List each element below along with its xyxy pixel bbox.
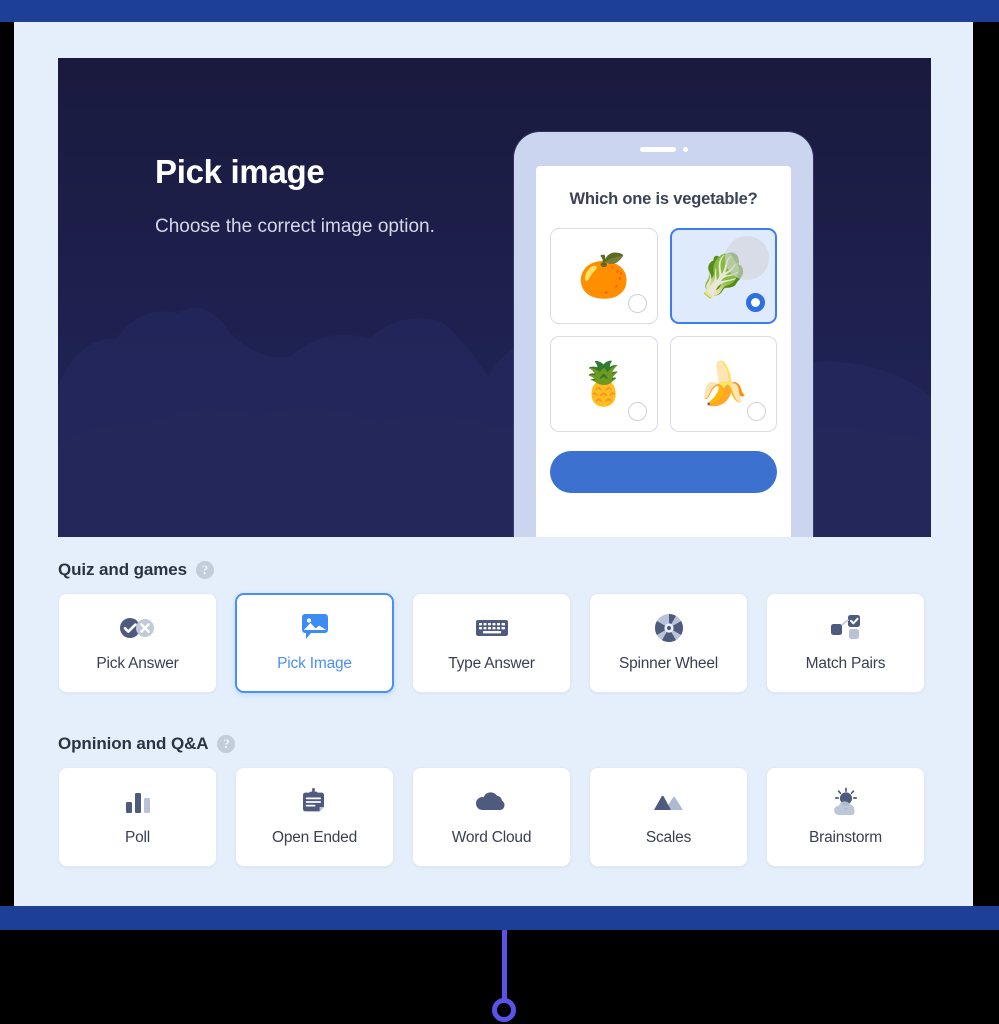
pineapple-icon: 🍍 <box>577 360 630 407</box>
hero-text-block: Pick image Choose the correct image opti… <box>155 153 455 243</box>
section-quiz-and-games: Quiz and games ? Pick Answer Pick Image … <box>58 560 931 693</box>
phone-submit-button <box>550 451 777 493</box>
card-label: Word Cloud <box>451 829 532 846</box>
pointer-tether-line <box>502 930 507 1008</box>
content-panel: Pick image Choose the correct image opti… <box>14 22 973 906</box>
bottom-chrome-bar <box>0 906 999 930</box>
orange-icon: 🍊 <box>577 252 630 299</box>
hero-banner: Pick image Choose the correct image opti… <box>58 58 931 537</box>
screen: Pick image Choose the correct image opti… <box>0 0 999 1024</box>
bar-chart-icon <box>124 787 152 817</box>
section-opinion-and-qa: Opninion and Q&A ? Poll Open Ended Word … <box>58 734 931 867</box>
card-match-pairs[interactable]: Match Pairs <box>766 593 925 693</box>
card-label: Match Pairs <box>805 655 886 672</box>
hero-subtitle: Choose the correct image option. <box>155 216 435 238</box>
phone-screen: Which one is vegetable? 🍊 🥬 🍍 🍌 <box>536 166 791 537</box>
option-radio <box>627 402 647 421</box>
card-row-quiz-and-games: Pick Answer Pick Image Type Answer Spinn… <box>58 593 931 693</box>
card-type-answer[interactable]: Type Answer <box>412 593 571 693</box>
card-label: Spinner Wheel <box>618 655 719 672</box>
bananas-icon: 🍌 <box>697 360 750 407</box>
form-card-icon <box>300 787 330 817</box>
card-open-ended[interactable]: Open Ended <box>235 767 394 867</box>
speaker-bar-icon <box>639 147 676 152</box>
card-scales[interactable]: Scales <box>589 767 748 867</box>
phone-option-cabbage: 🥬 <box>669 228 777 324</box>
spinner-wheel-icon <box>654 613 684 643</box>
phone-option-pineapple: 🍍 <box>550 336 658 432</box>
hero-title: Pick image <box>155 153 325 190</box>
check-cross-icon <box>118 613 158 643</box>
card-label: Pick Image <box>277 655 352 672</box>
section-title-opinion-and-qa: Opninion and Q&A <box>58 734 209 753</box>
card-label: Open Ended <box>271 829 358 846</box>
top-chrome-bar <box>0 0 999 22</box>
phone-option-grid: 🍊 🥬 🍍 🍌 <box>550 228 777 432</box>
keyboard-icon <box>475 613 509 643</box>
card-row-opinion-and-qa: Poll Open Ended Word Cloud Scales Brains… <box>58 767 931 867</box>
card-poll[interactable]: Poll <box>58 767 217 867</box>
camera-dot-icon <box>682 147 688 152</box>
card-brainstorm[interactable]: Brainstorm <box>766 767 925 867</box>
option-radio <box>627 294 647 313</box>
section-title-quiz-and-games: Quiz and games <box>58 560 187 579</box>
option-radio <box>747 402 766 421</box>
card-label: Poll <box>124 829 151 846</box>
phone-option-orange: 🍊 <box>550 228 658 324</box>
card-label: Pick Answer <box>96 655 179 672</box>
tap-ripple-icon <box>725 236 769 280</box>
lightbulb-cloud-icon <box>829 787 863 817</box>
phone-question-text: Which one is vegetable? <box>569 190 758 208</box>
card-spinner-wheel[interactable]: Spinner Wheel <box>589 593 748 693</box>
card-label: Brainstorm <box>809 829 882 846</box>
section-header: Quiz and games ? <box>58 560 931 580</box>
phone-speaker-notch <box>639 147 688 152</box>
section-header: Opninion and Q&A ? <box>58 734 931 754</box>
image-bubble-icon <box>300 613 330 643</box>
card-pick-image[interactable]: Pick Image <box>235 593 394 693</box>
card-word-cloud[interactable]: Word Cloud <box>412 767 571 867</box>
phone-mockup: Which one is vegetable? 🍊 🥬 🍍 🍌 <box>514 132 813 537</box>
match-pairs-icon <box>830 613 862 643</box>
pointer-tether-dot[interactable] <box>492 998 516 1022</box>
option-radio-selected <box>746 293 765 312</box>
card-label: Type Answer <box>448 655 535 672</box>
card-pick-answer[interactable]: Pick Answer <box>58 593 217 693</box>
card-label: Scales <box>645 829 692 846</box>
phone-option-bananas: 🍌 <box>669 336 777 432</box>
help-icon[interactable]: ? <box>195 561 214 579</box>
cloud-icon <box>475 787 509 817</box>
mountains-icon <box>652 787 686 817</box>
help-icon[interactable]: ? <box>217 735 236 753</box>
